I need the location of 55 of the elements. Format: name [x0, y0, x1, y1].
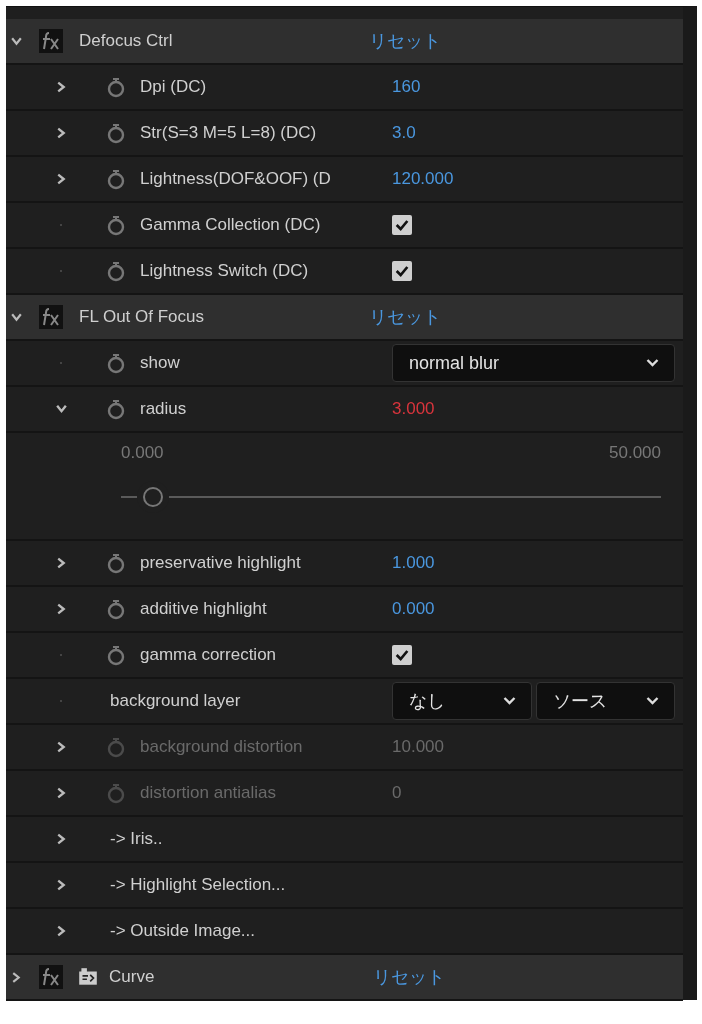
layer-icon	[77, 966, 99, 988]
chevron-down-icon[interactable]	[501, 696, 517, 706]
dropdown[interactable]: ソース	[535, 682, 675, 720]
value-field[interactable]: 0.000	[392, 599, 435, 619]
property-label: Gamma Collection (DC)	[140, 215, 322, 235]
property-label: additive highlight	[140, 599, 268, 619]
property-label: Lightness(DOF&OOF) (D	[140, 169, 332, 189]
dropdown[interactable]: normal blur	[392, 344, 675, 382]
property-label: background distortion	[140, 737, 304, 757]
effect-name: Curve	[109, 967, 156, 987]
stopwatch-icon[interactable]	[106, 352, 126, 374]
value-field[interactable]: 3.0	[392, 123, 416, 143]
checkbox[interactable]	[392, 215, 412, 235]
chevron-down-icon[interactable]	[645, 696, 660, 706]
stopwatch-icon[interactable]	[106, 598, 126, 620]
stopwatch-icon[interactable]	[106, 168, 126, 190]
checkbox[interactable]	[392, 645, 412, 665]
value-field[interactable]: 3.000	[392, 399, 435, 419]
slider-min-label: 0.000	[121, 443, 164, 463]
effect-name: Defocus Ctrl	[79, 31, 174, 51]
stopwatch-icon[interactable]	[106, 214, 126, 236]
value-field[interactable]: 120.000	[392, 169, 454, 189]
reset-link[interactable]: リセット	[373, 965, 445, 989]
stopwatch-icon[interactable]	[106, 398, 126, 420]
value-field[interactable]: 160	[392, 77, 421, 97]
checkbox[interactable]	[392, 261, 412, 281]
property-label: Str(S=3 M=5 L=8) (DC)	[140, 123, 318, 143]
property-label: distortion antialias	[140, 783, 278, 803]
chevron-down-icon[interactable]	[645, 358, 660, 368]
property-label: -> Outside Image...	[110, 921, 257, 941]
stopwatch-icon[interactable]	[106, 552, 126, 574]
property-label: background layer	[110, 691, 242, 711]
property-label: Dpi (DC)	[140, 77, 208, 97]
stopwatch-icon[interactable]	[106, 644, 126, 666]
stopwatch-icon[interactable]	[106, 76, 126, 98]
effect-name: FL Out Of Focus	[79, 307, 206, 327]
reset-link[interactable]: リセット	[369, 29, 441, 53]
stopwatch-icon[interactable]	[106, 260, 126, 282]
caret-icon[interactable]	[10, 970, 23, 984]
caret-icon[interactable]	[54, 402, 68, 416]
property-label: Lightness Switch (DC)	[140, 261, 310, 281]
value-field[interactable]: 1.000	[392, 553, 435, 573]
property-label: -> Highlight Selection...	[110, 875, 287, 895]
property-label: show	[140, 353, 181, 373]
dropdown[interactable]: なし	[392, 682, 532, 720]
reset-link[interactable]: リセット	[369, 305, 441, 329]
property-label: preservative highlight	[140, 553, 302, 573]
fx-icon[interactable]	[39, 29, 63, 53]
slider-max-label: 50.000	[609, 443, 661, 463]
property-label: gamma correction	[140, 645, 278, 665]
fx-icon[interactable]	[39, 305, 63, 329]
fx-icon[interactable]	[39, 965, 63, 989]
property-label: radius	[140, 399, 188, 419]
stopwatch-icon[interactable]	[106, 122, 126, 144]
property-label: -> Iris..	[110, 829, 164, 849]
